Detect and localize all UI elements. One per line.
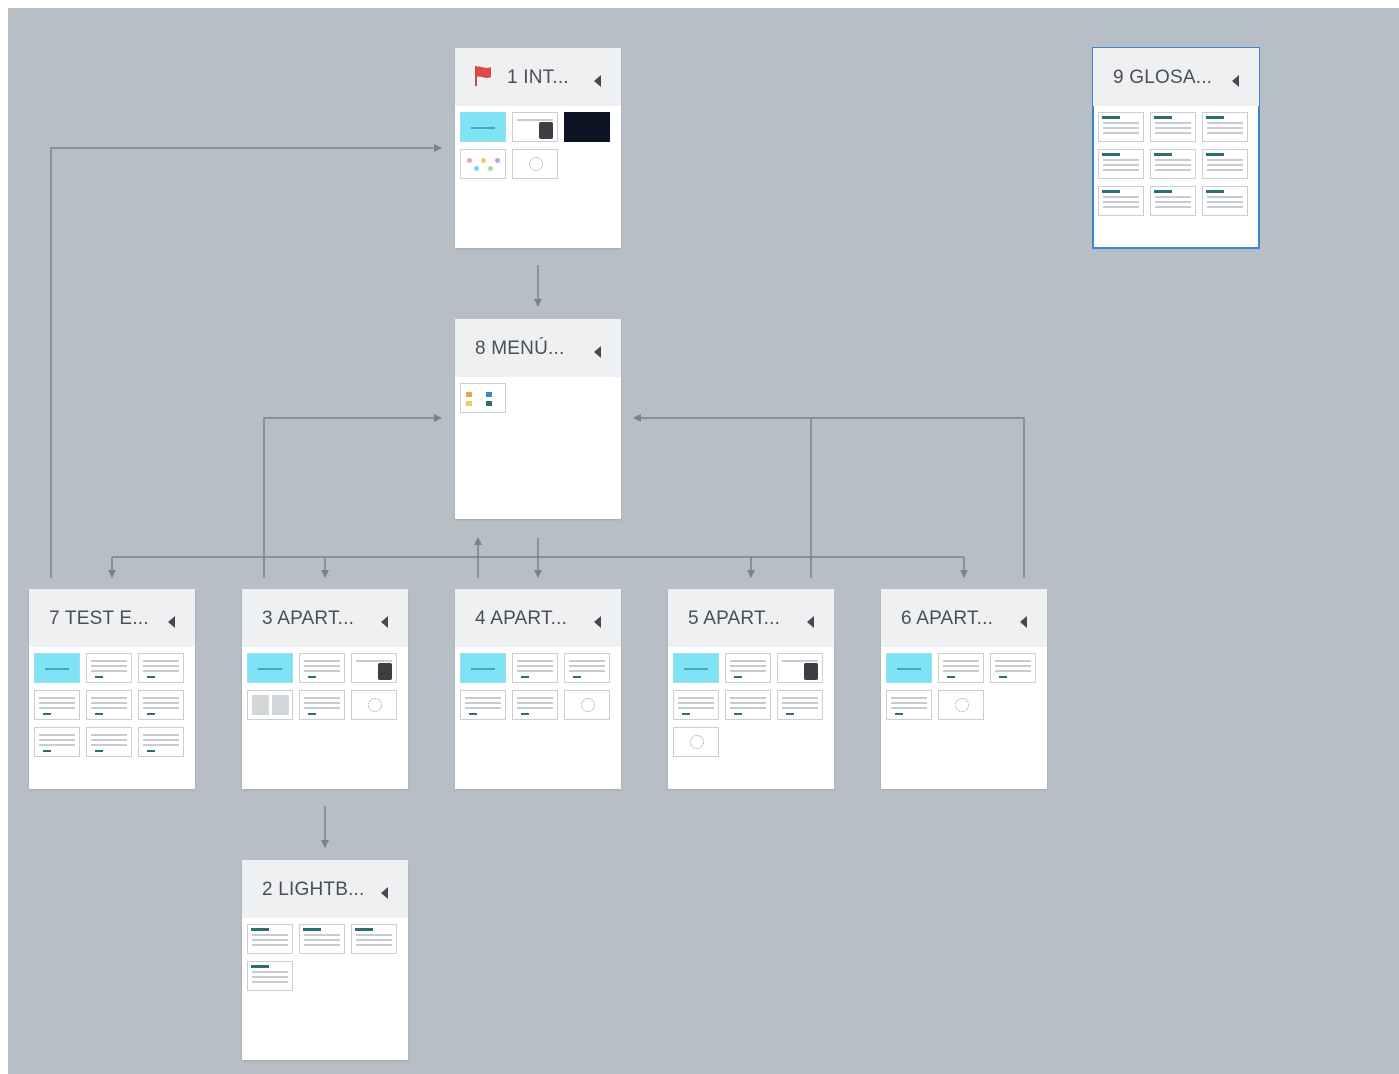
scene-header[interactable]: 2 LIGHTB... xyxy=(242,860,408,918)
slide-thumbnail[interactable] xyxy=(725,690,771,720)
slide-thumbnail[interactable] xyxy=(86,653,132,683)
collapse-arrow-icon[interactable] xyxy=(381,887,388,899)
scene-title: 1 INT... xyxy=(507,67,569,88)
scene-title: 9 GLOSA... xyxy=(1113,67,1213,88)
slide-thumbnail[interactable] xyxy=(564,690,610,720)
slide-thumbnail[interactable] xyxy=(512,112,558,142)
slide-thumbnail[interactable] xyxy=(1150,112,1196,142)
slide-thumbnail[interactable] xyxy=(247,653,293,683)
slide-thumbnail[interactable] xyxy=(351,690,397,720)
slide-thumbnail[interactable] xyxy=(247,961,293,991)
slide-thumbnail[interactable] xyxy=(938,653,984,683)
slide-thumbnail[interactable] xyxy=(460,112,506,142)
slide-thumbnail[interactable] xyxy=(138,653,184,683)
slide-thumbnail[interactable] xyxy=(299,924,345,954)
slide-thumbnail[interactable] xyxy=(86,727,132,757)
scene-header[interactable]: 8 MENÚ... xyxy=(455,319,621,377)
slide-thumbnail[interactable] xyxy=(351,924,397,954)
scene-header[interactable]: 5 APART... xyxy=(668,589,834,647)
scene-card-s4[interactable]: 4 APART... xyxy=(455,589,621,789)
scene-card-s9[interactable]: 9 GLOSA... xyxy=(1092,47,1260,249)
slide-thumbnail[interactable] xyxy=(34,653,80,683)
slide-thumbnail[interactable] xyxy=(512,690,558,720)
slide-thumbnail[interactable] xyxy=(138,727,184,757)
slide-thumbnail[interactable] xyxy=(512,653,558,683)
slide-thumbnail[interactable] xyxy=(247,924,293,954)
slide-thumbnail[interactable] xyxy=(990,653,1036,683)
scene-title: 2 LIGHTB... xyxy=(262,879,365,900)
scene-card-s7[interactable]: 7 TEST E... xyxy=(29,589,195,789)
scene-card-s1[interactable]: 1 INT... xyxy=(455,48,621,248)
slide-thumbnail[interactable] xyxy=(1202,186,1248,216)
scene-title: 3 APART... xyxy=(262,608,355,629)
slide-thumbnail[interactable] xyxy=(299,653,345,683)
slide-thumbnail[interactable] xyxy=(1098,149,1144,179)
slide-thumbnail[interactable] xyxy=(1098,186,1144,216)
scene-title: 6 APART... xyxy=(901,608,994,629)
scene-card-s5[interactable]: 5 APART... xyxy=(668,589,834,789)
slide-thumbnail[interactable] xyxy=(886,653,932,683)
slide-thumbnail[interactable] xyxy=(34,727,80,757)
scene-header[interactable]: 6 APART... xyxy=(881,589,1047,647)
scene-card-s2[interactable]: 2 LIGHTB... xyxy=(242,860,408,1060)
loading-spinner-icon xyxy=(690,735,704,749)
slide-thumbnail[interactable] xyxy=(938,690,984,720)
scene-card-s3[interactable]: 3 APART... xyxy=(242,589,408,789)
slide-thumbnail[interactable] xyxy=(460,149,506,179)
flag-icon xyxy=(475,66,491,86)
slide-thumbnail[interactable] xyxy=(460,653,506,683)
slide-thumbnail[interactable] xyxy=(1150,186,1196,216)
collapse-arrow-icon[interactable] xyxy=(594,616,601,628)
collapse-arrow-icon[interactable] xyxy=(1232,75,1239,87)
slide-thumbnail[interactable] xyxy=(673,690,719,720)
scene-card-s8[interactable]: 8 MENÚ... xyxy=(455,319,621,519)
slide-thumbnail[interactable] xyxy=(1098,112,1144,142)
scene-header[interactable]: 9 GLOSA... xyxy=(1093,48,1259,106)
slide-thumbnail[interactable] xyxy=(460,383,506,413)
slide-thumbnail[interactable] xyxy=(351,653,397,683)
collapse-arrow-icon[interactable] xyxy=(807,616,814,628)
collapse-arrow-icon[interactable] xyxy=(1020,616,1027,628)
slide-thumbnail[interactable] xyxy=(673,653,719,683)
loading-spinner-icon xyxy=(581,698,595,712)
loading-spinner-icon xyxy=(368,698,382,712)
scene-card-s6[interactable]: 6 APART... xyxy=(881,589,1047,789)
scene-header[interactable]: 1 INT... xyxy=(455,48,621,106)
slide-thumbnail[interactable] xyxy=(886,690,932,720)
slide-thumbnail[interactable] xyxy=(34,690,80,720)
slide-thumbnail[interactable] xyxy=(564,653,610,683)
scene-header[interactable]: 4 APART... xyxy=(455,589,621,647)
scene-title: 5 APART... xyxy=(688,608,781,629)
scene-title: 8 MENÚ... xyxy=(475,338,565,359)
slide-thumbnail[interactable] xyxy=(725,653,771,683)
loading-spinner-icon xyxy=(529,157,543,171)
slide-thumbnail[interactable] xyxy=(777,653,823,683)
scene-title: 4 APART... xyxy=(475,608,568,629)
slide-thumbnail[interactable] xyxy=(138,690,184,720)
collapse-arrow-icon[interactable] xyxy=(168,616,175,628)
collapse-arrow-icon[interactable] xyxy=(594,346,601,358)
slide-thumbnail[interactable] xyxy=(1202,149,1248,179)
slide-thumbnail[interactable] xyxy=(777,690,823,720)
scene-title: 7 TEST E... xyxy=(49,608,149,629)
slide-thumbnail[interactable] xyxy=(512,149,558,179)
slide-thumbnail[interactable] xyxy=(247,690,293,720)
collapse-arrow-icon[interactable] xyxy=(381,616,388,628)
scene-header[interactable]: 3 APART... xyxy=(242,589,408,647)
slide-thumbnail[interactable] xyxy=(564,112,610,142)
scene-header[interactable]: 7 TEST E... xyxy=(29,589,195,647)
slide-thumbnail[interactable] xyxy=(673,727,719,757)
slide-thumbnail[interactable] xyxy=(86,690,132,720)
slide-thumbnail[interactable] xyxy=(299,690,345,720)
collapse-arrow-icon[interactable] xyxy=(594,75,601,87)
slide-thumbnail[interactable] xyxy=(460,690,506,720)
loading-spinner-icon xyxy=(955,698,969,712)
slide-thumbnail[interactable] xyxy=(1202,112,1248,142)
slide-thumbnail[interactable] xyxy=(1150,149,1196,179)
